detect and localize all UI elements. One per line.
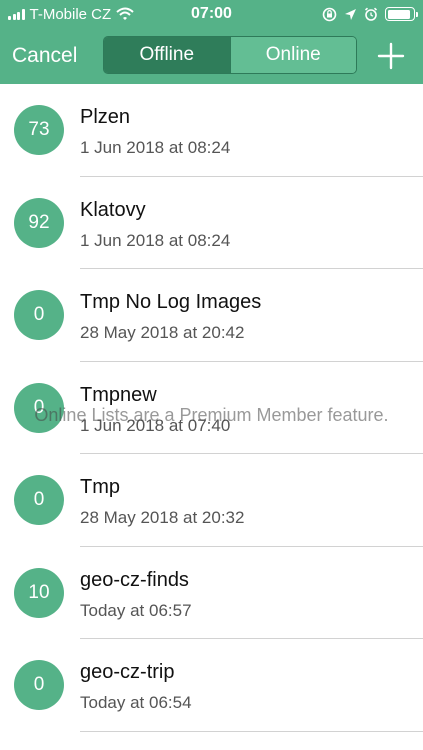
battery-level [387,9,410,19]
list-date: 28 May 2018 at 20:42 [80,323,245,342]
status-bar: T-Mobile CZ 07:00 [0,0,423,28]
list-item-text: Plzen 1 Jun 2018 at 08:24 [80,104,230,160]
cache-count-badge: 0 [14,660,64,711]
list-item[interactable]: 10 geo-cz-finds Today at 06:57 [0,547,423,639]
lists-list: 73 Plzen 1 Jun 2018 at 08:24 92 Klatovy … [0,84,423,732]
list-name: Klatovy [80,198,146,221]
list-name: Tmpnew [80,383,157,406]
cache-count-badge: 10 [14,567,64,618]
list-item[interactable]: 0 Tmp No Log Images 28 May 2018 at 20:42 [0,269,423,362]
list-item-text: Tmpnew 1 Jun 2018 at 07:40 [80,382,230,438]
list-name: geo-cz-finds [80,568,189,591]
wifi-icon [116,7,134,20]
status-right [322,7,418,22]
navigation-bar: Cancel Offline Online [0,28,423,84]
segment-offline[interactable]: Offline [104,37,230,73]
list-date: Today at 06:57 [80,600,192,620]
list-item[interactable]: 0 Tmp 28 May 2018 at 20:32 [0,454,423,547]
list-name: Plzen [80,106,131,128]
list-date: 1 Jun 2018 at 08:24 [80,230,231,250]
list-date: 28 May 2018 at 20:32 [80,508,245,527]
list-item[interactable]: 0 geo-cz-trip Today at 06:54 [0,639,423,732]
cache-count-badge: 92 [14,197,64,248]
list-item-text: Tmp No Log Images 28 May 2018 at 20:42 [80,289,261,345]
list-item-text: geo-cz-trip Today at 06:54 [80,659,192,715]
cache-count-badge: 73 [14,105,64,156]
location-icon [345,8,356,20]
cache-count-badge: 0 [14,475,64,526]
segment-online[interactable]: Online [229,37,356,73]
list-name: Tmp [80,476,120,498]
list-item[interactable]: 92 Klatovy 1 Jun 2018 at 08:24 [0,177,423,269]
signal-icon [8,8,25,20]
list-date: 1 Jun 2018 at 08:24 [80,138,231,157]
rotation-lock-icon [322,7,337,21]
cache-count-badge: 0 [14,382,64,433]
alarm-icon [364,7,378,21]
offline-online-segmented-control: Offline Online [103,36,357,74]
list-date: Today at 06:54 [80,693,192,712]
list-item[interactable]: 0 Tmpnew 1 Jun 2018 at 07:40 [0,362,423,454]
list-item-text: Tmp 28 May 2018 at 20:32 [80,474,244,530]
carrier-name: T-Mobile CZ [29,5,112,23]
list-name: geo-cz-trip [80,661,175,683]
divider [80,730,423,732]
list-date: 1 Jun 2018 at 07:40 [80,415,231,435]
list-item-text: Klatovy 1 Jun 2018 at 08:24 [80,197,230,253]
plus-icon[interactable] [375,40,407,72]
status-left: T-Mobile CZ [8,6,134,23]
battery-icon [385,7,418,21]
list-item[interactable]: 73 Plzen 1 Jun 2018 at 08:24 [0,84,423,177]
cache-count-badge: 0 [14,290,64,341]
cancel-button[interactable]: Cancel [12,44,77,68]
list-name: Tmp No Log Images [80,291,262,313]
list-item-text: geo-cz-finds Today at 06:57 [80,567,192,623]
